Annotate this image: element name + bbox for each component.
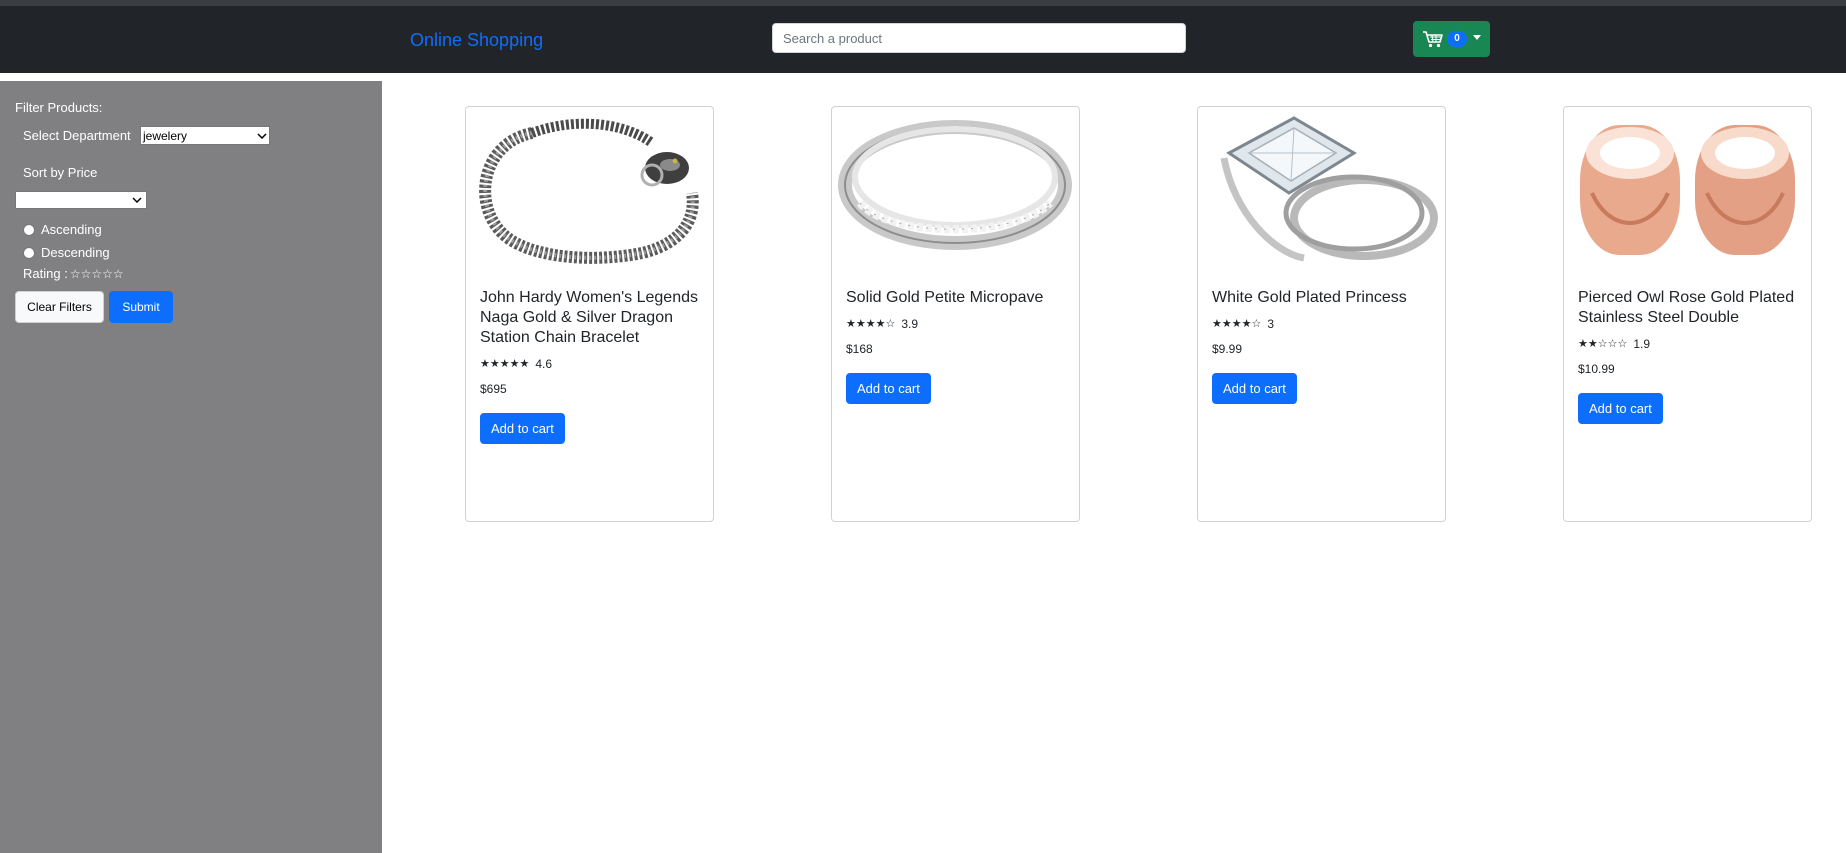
descending-option[interactable]: Descending [23, 245, 110, 260]
product-price: $10.99 [1578, 362, 1615, 376]
filter-sidebar: Filter Products: Select Department jewel… [0, 81, 382, 853]
diamond-ring-image[interactable] [1204, 113, 1439, 265]
cart-count-badge: 0 [1447, 31, 1467, 47]
brand-link[interactable]: Online Shopping [410, 30, 543, 51]
navbar: Online Shopping 0 [0, 6, 1846, 73]
ascending-label: Ascending [41, 222, 102, 237]
product-rating: ★★☆☆☆ 1.9 [1578, 334, 1800, 354]
product-info: John Hardy Women's Legends Naga Gold & S… [480, 288, 702, 444]
cart-button[interactable]: 0 [1413, 21, 1490, 57]
product-price: $695 [480, 382, 507, 396]
product-rating: ★★★★☆ 3 [1212, 314, 1434, 334]
sort-select[interactable] [15, 191, 147, 209]
chevron-down-icon [257, 132, 267, 139]
add-to-cart-button[interactable]: Add to cart [846, 373, 931, 404]
descending-label: Descending [41, 245, 110, 260]
product-rating: ★★★★☆ 3.9 [846, 314, 1068, 334]
department-label: Select Department [23, 128, 131, 143]
rose-gold-tunnels-image[interactable] [1570, 113, 1805, 265]
search-input[interactable] [772, 23, 1186, 53]
filter-title: Filter Products: [15, 100, 103, 115]
product-card: Solid Gold Petite Micropave ★★★★☆ 3.9 $1… [831, 106, 1080, 522]
chevron-down-icon [1473, 34, 1481, 40]
rating-value: 4.6 [535, 357, 552, 371]
shopping-cart-icon [1423, 31, 1443, 48]
product-rating: ★★★★★ 4.6 [480, 354, 702, 374]
rating-filter: Rating : ☆☆☆☆☆ [23, 266, 124, 281]
add-to-cart-button[interactable]: Add to cart [1578, 393, 1663, 424]
product-price: $9.99 [1212, 342, 1243, 356]
product-info: Solid Gold Petite Micropave ★★★★☆ 3.9 $1… [846, 288, 1068, 404]
rating-stars: ★★★★☆ [846, 318, 896, 330]
rating-label: Rating : [23, 266, 68, 281]
rating-stars: ★★★★★ [480, 358, 530, 370]
product-title[interactable]: Solid Gold Petite Micropave [846, 288, 1068, 308]
product-card: Pierced Owl Rose Gold Plated Stainless S… [1563, 106, 1812, 522]
department-select-value: jewelery [143, 128, 188, 143]
silver-band-ring-image[interactable] [838, 113, 1073, 265]
product-title[interactable]: John Hardy Women's Legends Naga Gold & S… [480, 288, 702, 348]
add-to-cart-button[interactable]: Add to cart [480, 413, 565, 444]
product-title[interactable]: White Gold Plated Princess [1212, 288, 1434, 308]
product-title[interactable]: Pierced Owl Rose Gold Plated Stainless S… [1578, 288, 1800, 328]
submit-button[interactable]: Submit [109, 291, 173, 323]
product-card: John Hardy Women's Legends Naga Gold & S… [465, 106, 714, 522]
clear-filters-button[interactable]: Clear Filters [15, 291, 104, 323]
product-info: Pierced Owl Rose Gold Plated Stainless S… [1578, 288, 1800, 424]
chevron-down-icon [132, 197, 142, 203]
rating-stars-input[interactable]: ☆☆☆☆☆ [70, 267, 124, 281]
chain-bracelet-image[interactable] [472, 113, 707, 265]
department-select[interactable]: jewelery [140, 126, 270, 145]
rating-stars: ★★☆☆☆ [1578, 338, 1628, 350]
rating-value: 3.9 [901, 317, 918, 331]
add-to-cart-button[interactable]: Add to cart [1212, 373, 1297, 404]
product-card: White Gold Plated Princess ★★★★☆ 3 $9.99… [1197, 106, 1446, 522]
ascending-option[interactable]: Ascending [23, 222, 102, 237]
rating-value: 3 [1267, 317, 1274, 331]
product-info: White Gold Plated Princess ★★★★☆ 3 $9.99… [1212, 288, 1434, 404]
descending-radio[interactable] [23, 246, 35, 259]
rating-value: 1.9 [1633, 337, 1650, 351]
sort-by-price-label: Sort by Price [23, 165, 98, 180]
rating-stars: ★★★★☆ [1212, 318, 1262, 330]
ascending-radio[interactable] [23, 223, 35, 236]
product-price: $168 [846, 342, 873, 356]
